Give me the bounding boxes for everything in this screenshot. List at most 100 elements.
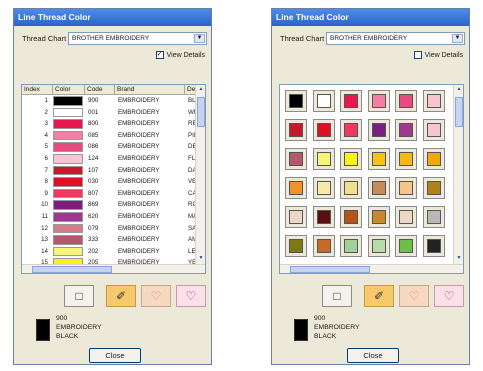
scroll-down-icon[interactable]: ▼ [197,255,205,263]
heart-outline-button[interactable]: ♡ [141,285,171,307]
scrollbar-thumb[interactable] [455,97,463,127]
color-swatch-cell[interactable] [422,235,445,257]
color-swatch-cell[interactable] [312,206,335,228]
color-swatch-cell[interactable] [422,206,445,228]
table-row[interactable]: 6124EMBROIDERYFLES [22,153,203,165]
swatch-fill [344,181,358,195]
column-header-code[interactable]: Code [85,85,115,95]
row-color-swatch [53,119,83,129]
color-swatch-cell[interactable] [422,90,445,112]
color-swatch-cell[interactable] [340,148,362,170]
vertical-scrollbar[interactable]: ▲ ▼ [195,85,205,264]
color-swatch-cell[interactable] [367,148,390,170]
table-row[interactable]: 10869EMBROIDERYROY [22,199,201,211]
color-swatch-cell[interactable] [367,235,390,257]
chevron-down-icon[interactable]: ▼ [194,34,205,43]
chevron-down-icon[interactable]: ▼ [452,34,463,43]
color-swatch-cell[interactable] [340,235,362,257]
color-swatch-cell[interactable] [422,119,445,141]
swatch-fill [371,210,386,224]
color-swatch-cell[interactable] [367,206,390,228]
color-swatch-cell[interactable] [395,90,417,112]
heart-button[interactable]: ♡ [176,285,206,307]
color-swatch-cell[interactable] [312,148,335,170]
color-swatch-cell[interactable] [340,119,362,141]
column-header-index[interactable]: Index [22,85,53,95]
table-row[interactable]: 4085EMBROIDERYPINK [22,130,202,142]
scroll-up-icon[interactable]: ▲ [197,86,205,94]
color-swatch-cell[interactable] [285,119,307,141]
swatch-fill [344,210,358,224]
view-details-checkbox[interactable] [413,51,422,60]
rectangle-tool-button[interactable]: □ [322,285,352,307]
thread-color-table: IndexColorCodeBrandDesc 1900EMBROIDERYBL… [21,84,206,274]
color-swatch-cell[interactable] [395,119,417,141]
swatch-fill [344,152,358,166]
color-swatch-cell[interactable] [395,235,417,257]
color-swatch-cell[interactable] [340,206,362,228]
color-swatch-cell[interactable] [395,206,417,228]
heart-outline-button[interactable]: ♡ [399,285,429,307]
color-swatch-cell[interactable] [285,235,307,257]
scrollbar-thumb[interactable] [290,266,370,273]
color-swatch-cell[interactable] [395,177,417,199]
pick-color-button[interactable]: ✐ [106,285,136,307]
rectangle-tool-icon: □ [75,289,83,303]
color-swatch-cell[interactable] [367,90,390,112]
swatch-fill [289,152,303,166]
swatch-fill [371,239,386,253]
scroll-down-icon[interactable]: ▼ [455,255,463,263]
color-swatch-cell[interactable] [340,177,362,199]
color-swatch-cell[interactable] [395,148,417,170]
horizontal-scrollbar[interactable] [280,264,463,273]
view-details-toggle[interactable]: ✓ View Details [155,51,205,61]
color-swatch-cell[interactable] [312,235,335,257]
heart-button[interactable]: ♡ [434,285,464,307]
swatch-fill [426,152,441,166]
color-swatch-cell[interactable] [312,90,335,112]
color-swatch-cell[interactable] [312,177,335,199]
rectangle-tool-button[interactable]: □ [64,285,94,307]
table-row[interactable]: 13333EMBROIDERYAME [22,234,201,246]
view-details-checkbox[interactable]: ✓ [155,51,164,60]
color-swatch-cell[interactable] [367,177,390,199]
table-row[interactable]: 14202EMBROIDERYLEM [22,246,201,258]
thread-chart-select[interactable]: BROTHER EMBROIDERY ▼ [68,32,207,45]
table-row[interactable]: 3800EMBROIDERYRED [22,118,201,130]
view-details-toggle[interactable]: View Details [413,51,463,61]
row-brand: EMBROIDERY [118,166,160,174]
color-swatch-cell[interactable] [285,177,307,199]
color-swatch-cell[interactable] [422,177,445,199]
color-swatch-cell[interactable] [285,148,307,170]
column-header-brand[interactable]: Brand [115,85,185,95]
table-row[interactable]: 5086EMBROIDERYDEE [22,141,201,153]
scroll-up-icon[interactable]: ▲ [455,86,463,94]
color-swatch-cell[interactable] [422,148,445,170]
table-row[interactable]: 8030EMBROIDERYVER [22,176,201,188]
table-row[interactable]: 9807EMBROIDERYCAR [22,188,201,200]
color-swatch-cell[interactable] [312,119,335,141]
table-row[interactable]: 11620EMBROIDERYMAG [22,211,202,223]
color-swatch-cell[interactable] [367,119,390,141]
thread-chart-select[interactable]: BROTHER EMBROIDERY ▼ [326,32,465,45]
table-row[interactable]: 1 900 EMBROIDERY BLA [22,95,200,107]
thread-chart-value: BROTHER EMBROIDERY [72,35,150,42]
close-button[interactable]: Close [89,348,141,363]
column-header-color[interactable]: Color [53,85,85,95]
scrollbar-thumb[interactable] [197,97,205,127]
swatch-fill [371,94,386,108]
table-header: IndexColorCodeBrandDesc [22,85,202,95]
scrollbar-thumb[interactable] [32,266,112,273]
horizontal-scrollbar[interactable] [22,264,205,273]
pick-color-button[interactable]: ✐ [364,285,394,307]
selected-desc: BLACK [56,333,79,340]
table-row[interactable]: 2001EMBROIDERYWHI [22,107,200,119]
vertical-scrollbar[interactable]: ▲ ▼ [453,85,463,264]
close-button[interactable]: Close [347,348,399,363]
color-swatch-cell[interactable] [285,90,307,112]
color-swatch-cell[interactable] [285,206,307,228]
color-swatch-cell[interactable] [340,90,362,112]
row-brand: EMBROIDERY [118,213,160,220]
table-row[interactable]: 12 079 EMBROIDERY SAL [22,223,200,235]
table-row[interactable]: 7107EMBROIDERYDAR [22,165,201,177]
